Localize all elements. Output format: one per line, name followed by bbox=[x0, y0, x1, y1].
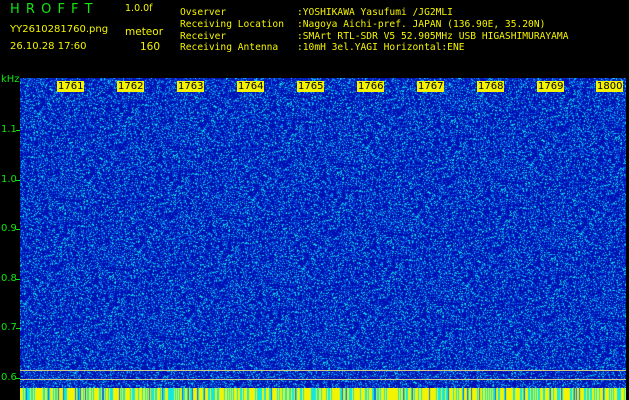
time-label: 1763 bbox=[177, 81, 205, 92]
y-tick-label: 0.6 bbox=[1, 372, 17, 383]
datetime-label: 26.10.28 17:60 bbox=[10, 41, 87, 52]
spectrogram-plot: 1761 1762 1763 1764 1765 1766 1767 1768 … bbox=[20, 78, 626, 388]
y-tick-label: 1.0 bbox=[1, 174, 17, 185]
spectrogram-noise bbox=[20, 78, 626, 388]
filename-label: YY2610281760.png bbox=[10, 24, 109, 35]
time-label: 1766 bbox=[357, 81, 385, 92]
y-tick-label: 0.7 bbox=[1, 322, 17, 333]
info-value-receiver: :SMArt RTL-SDR V5 52.905MHz USB HIGASHIM… bbox=[297, 31, 569, 42]
mode-label: meteor bbox=[125, 26, 164, 38]
info-value-observer: :YOSHIKAWA Yasufumi /JG2MLI bbox=[297, 7, 453, 18]
count-label: 160 bbox=[140, 41, 161, 53]
time-label: 1767 bbox=[417, 81, 445, 92]
hrofft-window: H R O F F T 1.0.0f YY2610281760.png mete… bbox=[0, 0, 629, 400]
time-label: 1769 bbox=[537, 81, 565, 92]
reference-line bbox=[20, 370, 626, 371]
y-axis-unit: kHz bbox=[1, 74, 20, 85]
y-tick-label: 1.1 bbox=[1, 124, 17, 135]
info-value-antenna: :10mH 3el.YAGI Horizontal:ENE bbox=[297, 42, 465, 53]
time-label: 1764 bbox=[237, 81, 265, 92]
info-label-observer: Ovserver bbox=[180, 7, 227, 18]
info-label-antenna: Receiving Antenna bbox=[180, 42, 279, 53]
time-label: 1768 bbox=[477, 81, 505, 92]
time-label: 1800 bbox=[596, 81, 624, 92]
y-tick-label: 0.8 bbox=[1, 273, 17, 284]
station-info-row: Receiving Location :Nagoya Aichi-pref. JA… bbox=[180, 19, 545, 30]
time-label: 1762 bbox=[117, 81, 145, 92]
app-title: H R O F F T bbox=[10, 2, 94, 17]
version-label: 1.0.0f bbox=[125, 3, 153, 14]
reference-line bbox=[20, 379, 626, 380]
signal-level-strip bbox=[20, 388, 626, 400]
info-label-location: Receiving Location bbox=[180, 19, 284, 30]
time-label: 1761 bbox=[57, 81, 85, 92]
y-tick-label: 0.9 bbox=[1, 223, 17, 234]
time-label: 1765 bbox=[297, 81, 325, 92]
station-info-row: Receiving Antenna :10mH 3el.YAGI Horizont… bbox=[180, 42, 465, 53]
info-label-receiver: Receiver bbox=[180, 31, 227, 42]
station-info-row: Receiver :SMArt RTL-SDR V5 52.905MHz USB … bbox=[180, 31, 568, 42]
station-info-row: Ovserver :YOSHIKAWA Yasufumi /JG2MLI bbox=[180, 7, 453, 18]
info-value-location: :Nagoya Aichi-pref. JAPAN (136.90E, 35.2… bbox=[297, 19, 546, 30]
